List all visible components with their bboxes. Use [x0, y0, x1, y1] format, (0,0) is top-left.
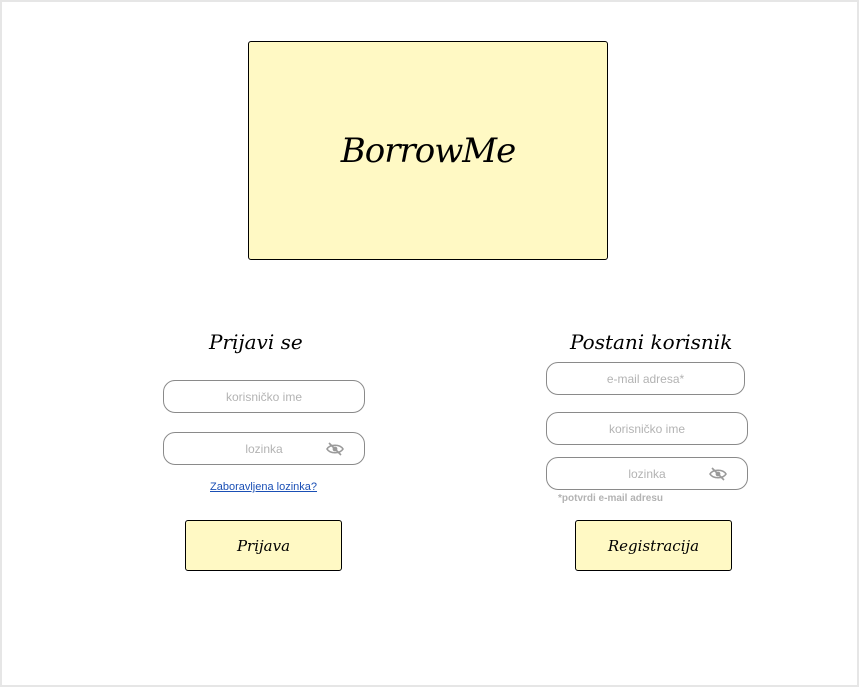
- forgot-password-link[interactable]: Zaboravljena lozinka?: [210, 481, 317, 493]
- login-username-field[interactable]: korisničko ime: [163, 380, 365, 413]
- register-password-placeholder: lozinka: [628, 466, 666, 481]
- login-username-placeholder: korisničko ime: [225, 389, 303, 404]
- login-password-field[interactable]: lozinka: [163, 432, 365, 465]
- page-frame: BorrowMe Prijavi se korisničko ime lozin…: [0, 0, 859, 687]
- register-username-field[interactable]: korisničko ime: [546, 412, 748, 445]
- login-button[interactable]: Prijava: [185, 520, 342, 571]
- register-email-placeholder: e-mail adresa*: [606, 371, 685, 386]
- register-email-field[interactable]: e-mail adresa*: [546, 362, 745, 395]
- login-title: Prijavi se: [209, 330, 303, 354]
- email-confirm-note: *potvrdi e-mail adresu: [558, 493, 664, 504]
- logo-text: BorrowMe: [340, 130, 516, 171]
- eye-off-icon[interactable]: [326, 441, 344, 456]
- login-password-placeholder: lozinka: [245, 441, 283, 456]
- register-button[interactable]: Registracija: [575, 520, 732, 571]
- eye-off-icon[interactable]: [709, 466, 727, 481]
- logo-banner: BorrowMe: [248, 41, 608, 260]
- register-username-placeholder: korisničko ime: [608, 421, 686, 436]
- register-title: Postani korisnik: [570, 330, 733, 354]
- register-password-field[interactable]: lozinka: [546, 457, 748, 490]
